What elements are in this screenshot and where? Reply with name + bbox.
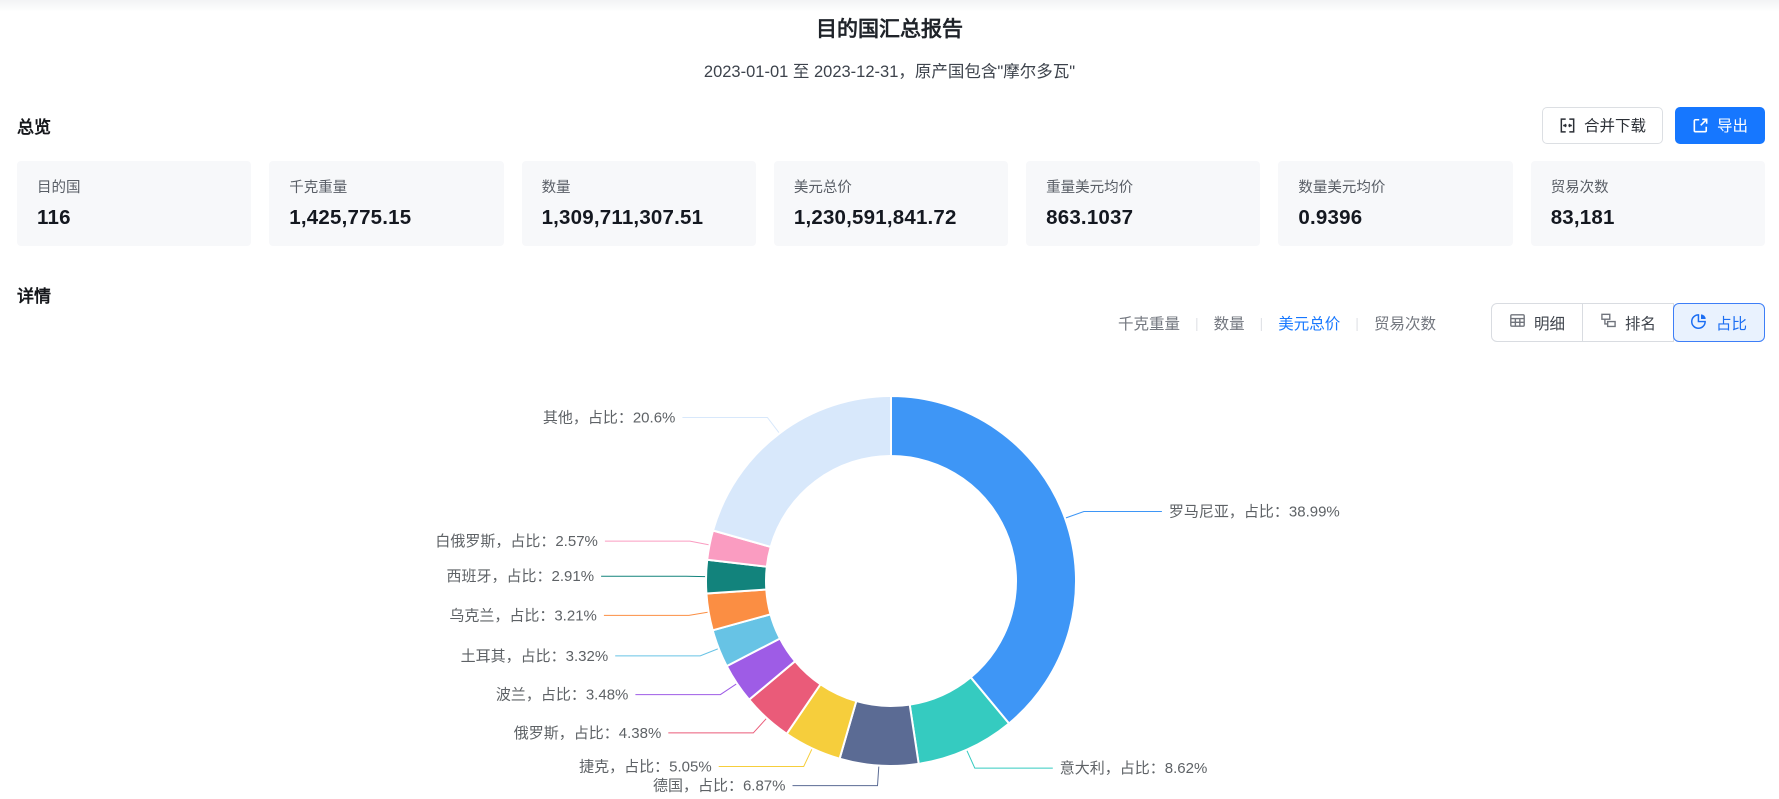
stat-card-value: 83,181 xyxy=(1550,206,1615,229)
view-button-2[interactable]: 占比 xyxy=(1672,303,1765,342)
metric-tab-2[interactable]: 美元总价 xyxy=(1278,312,1340,334)
pie-label: 乌克兰，占比：3.21% xyxy=(449,607,597,624)
view-button-label: 排名 xyxy=(1624,315,1656,333)
stat-card-2: 数量 1,309,711,307.51 xyxy=(521,161,756,246)
overview-heading: 总览 xyxy=(17,117,51,137)
stat-card-label: 重量美元均价 xyxy=(1046,180,1134,196)
export-icon xyxy=(1692,117,1709,134)
stat-card-value: 1,309,711,307.51 xyxy=(541,206,704,229)
stat-card-1: 千克重量 1,425,775.15 xyxy=(269,161,504,246)
page-subtitle: 2023-01-01 至 2023-12-31，原产国包含"摩尔多瓦" xyxy=(703,63,1076,81)
stat-card-label: 千克重量 xyxy=(289,180,348,196)
stat-card-value: 1,230,591,841.72 xyxy=(793,206,957,229)
pie-label: 土耳其，占比：3.32% xyxy=(461,648,609,665)
stat-card-label: 美元总价 xyxy=(793,180,852,196)
metric-tabs: 千克重量 | 数量 | 美元总价 | 贸易次数 xyxy=(1118,312,1436,334)
stat-card-4: 重量美元均价 863.1037 xyxy=(1026,161,1261,246)
stat-card-label: 贸易次数 xyxy=(1550,180,1609,196)
tab-separator: | xyxy=(1194,314,1199,331)
tab-separator: | xyxy=(1355,314,1359,331)
pie-label-line xyxy=(682,417,780,433)
pie-label: 波兰，占比：3.48% xyxy=(496,687,629,704)
stat-card-value: 1,425,775.15 xyxy=(289,206,412,229)
stat-card-6: 贸易次数 83,181 xyxy=(1530,161,1765,246)
table-icon xyxy=(1509,312,1526,334)
page: 目的国汇总报告 2023-01-01 至 2023-12-31，原产国包含"摩尔… xyxy=(0,0,1779,799)
page-title: 目的国汇总报告 xyxy=(816,18,963,41)
stat-cards: 目的国 116 千克重量 1,425,775.15 数量 1,309,711,307.51… xyxy=(0,161,1779,246)
stat-card-0: 目的国 116 xyxy=(17,161,252,246)
rank-icon xyxy=(1600,312,1617,334)
merge-download-button[interactable]: 合并下载 xyxy=(1541,106,1663,144)
stat-card-label: 数量美元均价 xyxy=(1298,180,1386,196)
merge-download-label: 合并下载 xyxy=(1583,118,1646,135)
pie-label-line xyxy=(635,683,737,696)
pie-label: 德国，占比：6.87% xyxy=(653,777,786,795)
pie-label: 意大利，占比：8.62% xyxy=(1060,759,1208,777)
pie-label: 西班牙，占比：2.91% xyxy=(447,568,595,585)
pie-icon xyxy=(1690,312,1708,334)
view-button-label: 明细 xyxy=(1533,315,1565,333)
pie-label: 其他，占比：20.6% xyxy=(543,410,676,427)
pie-label-line xyxy=(792,766,880,787)
view-button-label: 占比 xyxy=(1715,315,1747,333)
metric-tab-1[interactable]: 数量 xyxy=(1214,312,1245,334)
pie-label-line xyxy=(615,648,718,657)
pie-label: 捷克，占比：5.05% xyxy=(579,759,712,776)
pie-label: 白俄罗斯，占比：2.57% xyxy=(435,533,598,550)
pie-label-line xyxy=(668,718,767,734)
stat-card-3: 美元总价 1,230,591,841.72 xyxy=(773,161,1009,246)
pie-segment-0[interactable] xyxy=(890,394,1077,725)
pie-segment-10[interactable] xyxy=(711,394,892,549)
stat-card-label: 目的国 xyxy=(37,180,81,196)
view-button-group: 明细 排名 占比 xyxy=(1490,303,1765,342)
merge-download-icon xyxy=(1559,117,1576,134)
export-button[interactable]: 导出 xyxy=(1674,106,1765,144)
pie-label-line xyxy=(1065,511,1162,519)
export-label: 导出 xyxy=(1716,118,1748,135)
pie-label-line xyxy=(966,750,1053,769)
details-header-row: 详情 千克重量 | 数量 | 美元总价 | 贸易次数 明细 排名 占比 xyxy=(0,282,1779,342)
pie-label-line xyxy=(603,611,708,616)
pie-label: 罗马尼亚，占比：38.99% xyxy=(1169,504,1340,521)
stat-card-value: 863.1037 xyxy=(1046,206,1134,229)
pie-label-line xyxy=(718,749,813,767)
stat-card-value: 116 xyxy=(37,206,71,229)
pie-label: 俄罗斯，占比：4.38% xyxy=(514,725,662,742)
pie-label-line xyxy=(604,540,709,546)
stat-card-5: 数量美元均价 0.9396 xyxy=(1278,161,1513,246)
view-button-1[interactable]: 排名 xyxy=(1581,303,1674,342)
stat-card-value: 0.9396 xyxy=(1298,206,1363,229)
metric-tab-3[interactable]: 贸易次数 xyxy=(1374,312,1436,334)
metric-tab-0[interactable]: 千克重量 xyxy=(1118,312,1180,334)
overview-header-row: 总览 合并下载 导出 xyxy=(0,106,1779,144)
stat-card-label: 数量 xyxy=(541,180,571,196)
toolbar: 合并下载 导出 xyxy=(1541,106,1765,144)
tab-separator: | xyxy=(1259,314,1264,331)
details-controls: 千克重量 | 数量 | 美元总价 | 贸易次数 明细 排名 占比 xyxy=(1118,303,1765,342)
details-heading: 详情 xyxy=(17,287,51,306)
view-button-0[interactable]: 明细 xyxy=(1490,303,1583,342)
